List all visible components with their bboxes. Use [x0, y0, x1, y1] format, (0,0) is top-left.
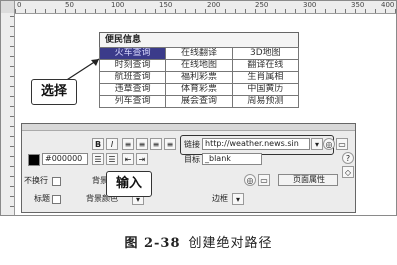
table-cell[interactable]: 时刻查询: [98, 59, 167, 72]
select-callout: 选择: [31, 79, 77, 105]
table-cell[interactable]: 违章查询: [98, 83, 167, 96]
align-right-icon[interactable]: ≡: [150, 138, 162, 150]
table-row: 航班查询 福利彩票 生肖属相: [98, 71, 300, 84]
input-callout: 输入: [106, 171, 152, 197]
browse-folder-icon[interactable]: ▭: [336, 138, 348, 150]
properties-panel: B I ≡ ≡ ≡ ≡ 链接 http://weather.news.sin ▾…: [21, 123, 356, 213]
table-cell[interactable]: 体育彩票: [165, 83, 233, 96]
ruler-tick-350: 350: [351, 1, 365, 9]
quick-tag-icon[interactable]: ◇: [342, 166, 354, 178]
table-cell[interactable]: 福利彩票: [165, 71, 233, 84]
table-row: 列车查询 展会查询 周易预测: [98, 95, 300, 108]
help-icon[interactable]: ?: [342, 152, 354, 164]
table-cell[interactable]: 航班查询: [98, 71, 167, 84]
ruler-tick-100: 100: [111, 1, 125, 9]
table-cell[interactable]: 生肖属相: [231, 71, 300, 84]
bold-button[interactable]: B: [92, 138, 104, 150]
target-select[interactable]: _blank: [202, 153, 262, 165]
table-cell[interactable]: 中国黄历: [231, 83, 300, 96]
nowrap-checkbox[interactable]: [52, 177, 61, 186]
page-properties-button[interactable]: 页面属性: [278, 174, 338, 186]
table-cell[interactable]: 翻译在线: [231, 59, 300, 72]
color-value-input[interactable]: #000000: [42, 153, 88, 165]
ruler-tick-300: 300: [303, 1, 317, 9]
table-cell-selected[interactable]: 火车查询: [98, 47, 167, 60]
ruler-tick-200: 200: [207, 1, 221, 9]
table-cell[interactable]: 3D地图: [231, 47, 300, 60]
panel-title-bar: [22, 124, 355, 131]
bg-point-to-file-icon[interactable]: ◎: [244, 174, 256, 186]
italic-button[interactable]: I: [106, 138, 118, 150]
unordered-list-icon[interactable]: ☰: [92, 153, 104, 165]
border-label: 边框: [212, 194, 228, 203]
horizontal-ruler: 0 50 100 150 200 250 300 350 400: [15, 1, 396, 14]
table-cell[interactable]: 展会查询: [165, 95, 233, 108]
header-label: 标题: [34, 194, 50, 203]
indent-icon[interactable]: ⇥: [136, 153, 148, 165]
ruler-tick-400: 400: [381, 1, 395, 9]
border-color-picker-icon[interactable]: ▾: [232, 193, 244, 205]
figure-title: 创建绝对路径: [188, 236, 273, 251]
table-cell[interactable]: 在线翻译: [165, 47, 233, 60]
links-table: 火车查询 在线翻译 3D地图 时刻查询 在线地图 翻译在线 航班查询 福利彩票 …: [98, 47, 300, 108]
table-header: 便民信息: [99, 32, 299, 47]
bg-browse-folder-icon[interactable]: ▭: [258, 174, 270, 186]
editor-window: 0 50 100 150 200 250 300 350 400 便民信息 火车…: [0, 0, 397, 216]
table-row: 违章查询 体育彩票 中国黄历: [98, 83, 300, 96]
ruler-tick-50: 50: [65, 1, 74, 9]
ruler-tick-0: 0: [17, 1, 22, 9]
point-to-file-icon[interactable]: ◎: [323, 138, 335, 150]
link-label: 链接: [184, 140, 200, 149]
ordered-list-icon[interactable]: ☰: [106, 153, 118, 165]
outdent-icon[interactable]: ⇤: [122, 153, 134, 165]
align-justify-icon[interactable]: ≡: [164, 138, 176, 150]
figure-number: 图 2-38: [124, 236, 181, 251]
table-cell[interactable]: 在线地图: [165, 59, 233, 72]
link-dropdown-chevron-down-icon[interactable]: ▾: [311, 138, 323, 150]
nowrap-label: 不换行: [24, 176, 48, 185]
ruler-tick-250: 250: [255, 1, 269, 9]
table-row: 时刻查询 在线地图 翻译在线: [98, 59, 300, 72]
table-row: 火车查询 在线翻译 3D地图: [98, 47, 300, 60]
table-cell[interactable]: 列车查询: [98, 95, 167, 108]
target-label: 目标: [184, 155, 200, 164]
figure-caption: 图 2-38 创建绝对路径: [0, 232, 397, 251]
align-center-icon[interactable]: ≡: [136, 138, 148, 150]
links-table-container: 便民信息 火车查询 在线翻译 3D地图 时刻查询 在线地图 翻译在线 航班查询 …: [98, 32, 300, 108]
text-color-swatch[interactable]: [28, 154, 40, 166]
vertical-ruler: [1, 13, 15, 215]
link-input[interactable]: http://weather.news.sin: [202, 138, 310, 150]
table-cell[interactable]: 周易预测: [231, 95, 300, 108]
ruler-tick-150: 150: [159, 1, 173, 9]
align-left-icon[interactable]: ≡: [122, 138, 134, 150]
header-checkbox[interactable]: [52, 195, 61, 204]
